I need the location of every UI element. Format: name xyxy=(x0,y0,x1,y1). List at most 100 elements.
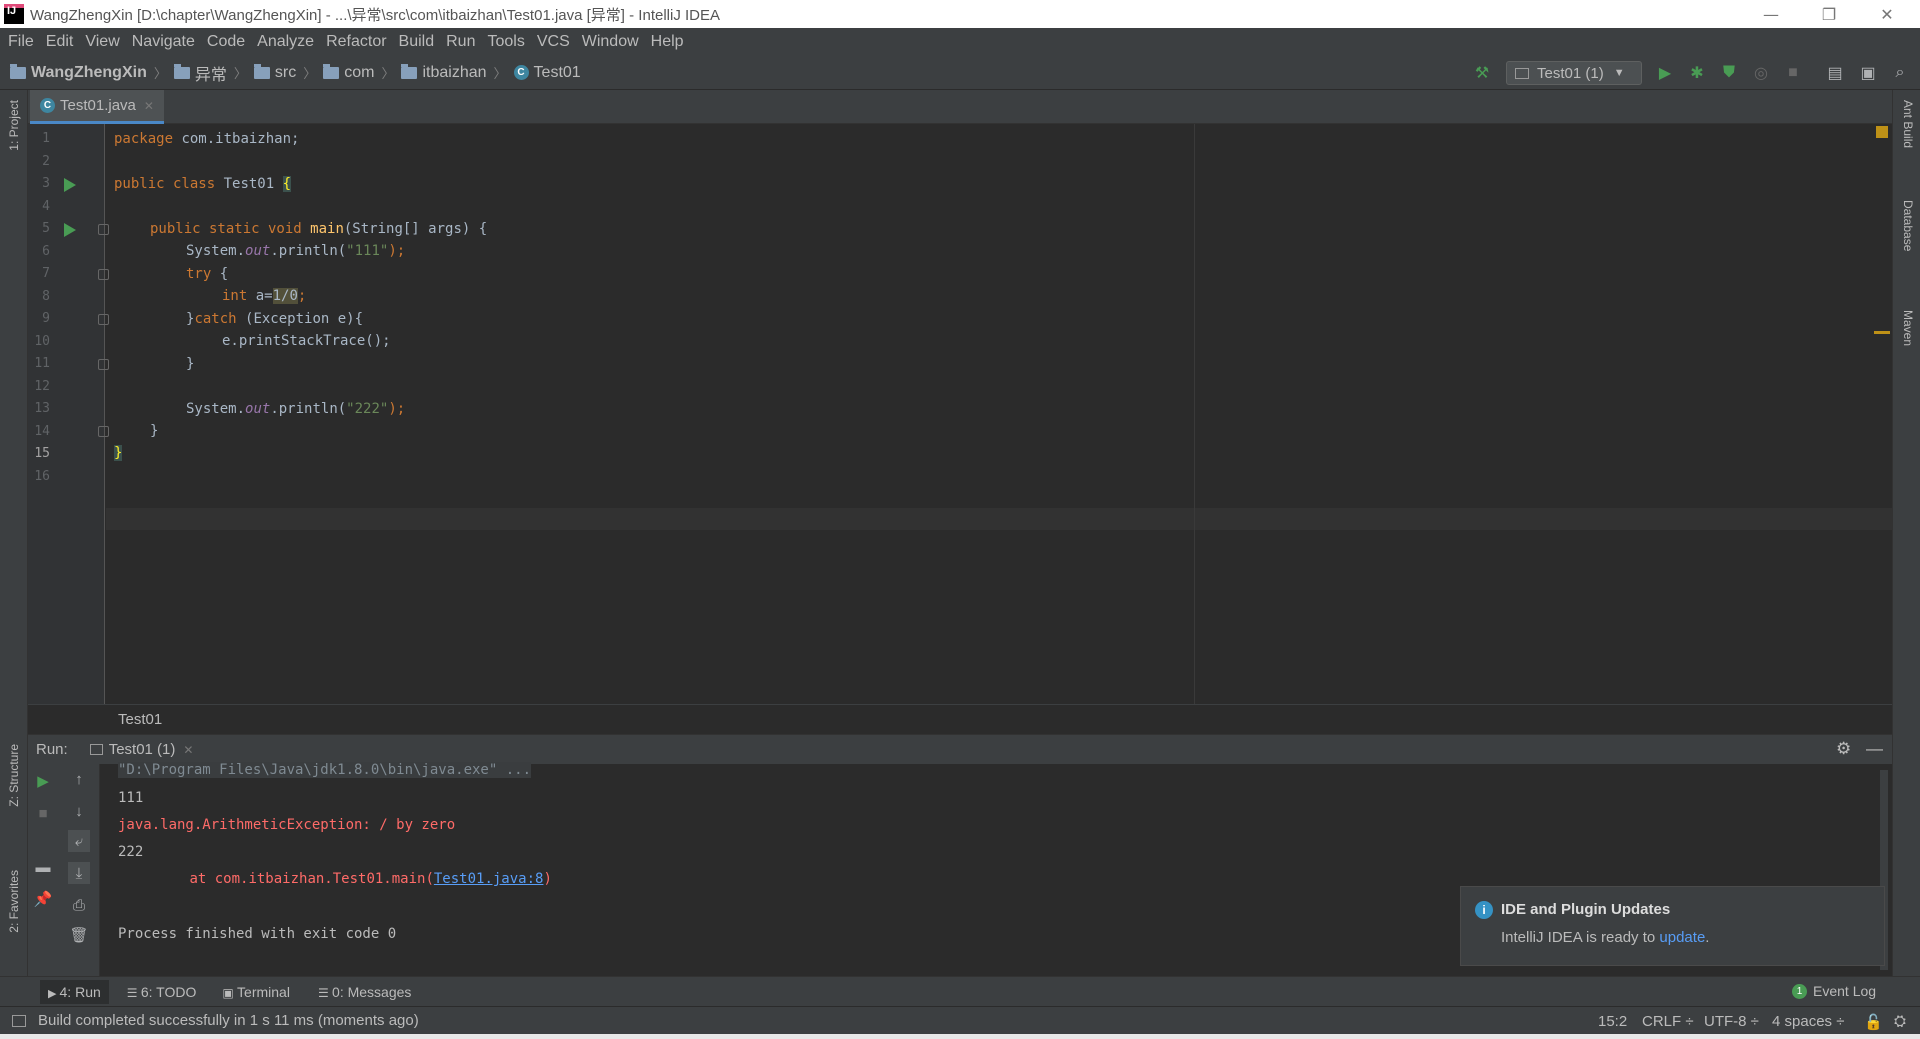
taskbar-edge xyxy=(0,1034,1920,1039)
run-label: Run: xyxy=(36,741,68,758)
gear-icon[interactable]: ⚙ xyxy=(1836,739,1851,759)
console-error: java.lang.ArithmeticException: / by zero xyxy=(118,817,456,833)
favorites-tool-button[interactable]: 2: Favorites xyxy=(7,870,21,933)
code-editor[interactable]: 1 2 3 4 5 6 7 8 9 10 11 12 13 14 15 16 p… xyxy=(28,124,1892,704)
close-tab-icon[interactable]: ✕ xyxy=(144,99,154,113)
tab-run[interactable]: ▶ 4: Run xyxy=(40,979,109,1004)
ant-build-tool-button[interactable]: Ant Build xyxy=(1901,100,1915,148)
restore-layout-icon[interactable]: ▬ xyxy=(32,856,54,878)
event-log-button[interactable]: 1 Event Log xyxy=(1792,983,1876,999)
update-notification[interactable]: i IDE and Plugin Updates IntelliJ IDEA i… xyxy=(1460,886,1885,966)
fold-icon[interactable] xyxy=(98,224,109,235)
menu-view[interactable]: View xyxy=(79,33,125,51)
breadcrumb-module[interactable]: 异常 xyxy=(195,61,227,85)
layout-icon[interactable]: ▣ xyxy=(1858,63,1878,83)
build-hammer-icon[interactable]: ⚒ xyxy=(1472,63,1492,83)
menu-analyze[interactable]: Analyze xyxy=(251,33,320,51)
stacktrace-link[interactable]: Test01.java:8 xyxy=(434,871,544,887)
stop-icon[interactable]: ■ xyxy=(1783,63,1803,83)
menu-run[interactable]: Run xyxy=(440,33,481,51)
run-icon: ▶ xyxy=(48,987,60,1000)
run-gutter-icon[interactable] xyxy=(64,223,76,237)
breadcrumb-class[interactable]: Test01 xyxy=(534,64,581,82)
hide-panel-icon[interactable]: — xyxy=(1866,739,1883,759)
status-toggle-icon[interactable] xyxy=(12,1014,26,1027)
footer-class-crumb[interactable]: Test01 xyxy=(118,711,162,728)
breadcrumb-com[interactable]: com xyxy=(344,64,374,82)
menu-edit[interactable]: Edit xyxy=(40,33,80,51)
project-structure-icon[interactable]: ▤ xyxy=(1825,63,1845,83)
breadcrumb-itbaizhan[interactable]: itbaizhan xyxy=(422,64,486,82)
indent-setting[interactable]: 4 spaces ÷ xyxy=(1772,1013,1844,1030)
structure-tool-button[interactable]: Z: Structure xyxy=(7,744,21,807)
intellij-logo-icon xyxy=(4,4,24,24)
run-configuration-select[interactable]: Test01 (1) ▼ xyxy=(1506,61,1642,85)
trash-icon[interactable]: 🗑 xyxy=(68,924,90,946)
breadcrumb-project[interactable]: WangZhengXin xyxy=(31,64,147,82)
tab-terminal[interactable]: ▣ Terminal xyxy=(222,984,290,1000)
run-icon[interactable]: ▶ xyxy=(1655,63,1675,83)
file-encoding[interactable]: UTF-8 ÷ xyxy=(1704,1013,1759,1030)
project-tool-button[interactable]: 1: Project xyxy=(7,100,21,151)
run-toolbar: ▶ ■ ▬ 📌 ↑ ↓ ⤶ ⤓ ⎙ 🗑 xyxy=(28,764,100,976)
update-link[interactable]: update xyxy=(1659,929,1705,946)
search-icon[interactable]: ⌕ xyxy=(1890,63,1910,83)
profile-icon[interactable]: ◎ xyxy=(1751,63,1771,83)
code-line: e.printStackTrace(); xyxy=(222,333,391,349)
status-message[interactable]: Build completed successfully in 1 s 11 m… xyxy=(38,1012,419,1029)
line-separator[interactable]: CRLF ÷ xyxy=(1642,1013,1694,1030)
close-window-button[interactable]: ✕ xyxy=(1864,0,1910,28)
inspector-icon[interactable]: ⛭ xyxy=(1894,1013,1906,1030)
tab-todo[interactable]: ☰ 6: TODO xyxy=(127,984,197,1000)
menu-navigate[interactable]: Navigate xyxy=(126,33,201,51)
menu-code[interactable]: Code xyxy=(201,33,251,51)
line-number: 10 xyxy=(34,334,50,349)
console-command: "D:\Program Files\Java\jdk1.8.0\bin\java… xyxy=(118,762,532,778)
warning-marker-icon[interactable] xyxy=(1876,126,1888,138)
debug-bug-icon[interactable]: ✱ xyxy=(1687,63,1707,83)
line-number: 15 xyxy=(34,446,50,461)
tab-test01-java[interactable]: C Test01.java ✕ xyxy=(30,90,164,124)
maven-tool-button[interactable]: Maven xyxy=(1901,310,1915,346)
caret-position[interactable]: 15:2 xyxy=(1598,1013,1627,1030)
stop-icon[interactable]: ■ xyxy=(32,802,54,824)
line-number: 7 xyxy=(42,266,50,281)
menu-file[interactable]: File xyxy=(2,33,40,51)
fold-icon[interactable] xyxy=(98,269,109,280)
breadcrumb-src[interactable]: src xyxy=(275,64,296,82)
print-icon[interactable]: ⎙ xyxy=(68,894,90,916)
run-tab[interactable]: Test01 (1) ✕ xyxy=(89,741,193,758)
class-icon: C xyxy=(40,98,55,113)
tab-label: Test01.java xyxy=(60,97,136,114)
menu-help[interactable]: Help xyxy=(645,33,690,51)
rerun-icon[interactable]: ▶ xyxy=(32,770,54,792)
line-number: 3 xyxy=(42,176,50,191)
arrow-down-icon[interactable]: ↓ xyxy=(68,800,90,822)
fold-icon[interactable] xyxy=(98,426,109,437)
coverage-icon[interactable]: ⛊ xyxy=(1719,63,1739,83)
restore-button[interactable]: ❐ xyxy=(1806,0,1852,28)
menu-tools[interactable]: Tools xyxy=(481,33,530,51)
close-tab-icon[interactable]: ✕ xyxy=(183,743,193,757)
database-tool-button[interactable]: Database xyxy=(1901,200,1915,251)
menu-vcs[interactable]: VCS xyxy=(531,33,576,51)
run-tab-label: Test01 (1) xyxy=(108,741,176,758)
menu-build[interactable]: Build xyxy=(393,33,441,51)
error-stripe-mark[interactable] xyxy=(1874,331,1890,334)
menu-window[interactable]: Window xyxy=(576,33,645,51)
menu-refactor[interactable]: Refactor xyxy=(320,33,392,51)
package-folder-icon xyxy=(401,63,418,79)
fold-icon[interactable] xyxy=(98,359,109,370)
minimize-button[interactable]: — xyxy=(1748,0,1794,28)
code-line: public static void main(String[] args) { xyxy=(150,221,488,237)
fold-icon[interactable] xyxy=(98,314,109,325)
soft-wrap-icon[interactable]: ⤶ xyxy=(68,830,90,852)
code-line: try { xyxy=(186,266,229,282)
pin-icon[interactable]: 📌 xyxy=(32,888,54,910)
src-folder-icon xyxy=(253,63,270,79)
arrow-up-icon[interactable]: ↑ xyxy=(68,768,90,790)
scroll-to-end-icon[interactable]: ⤓ xyxy=(68,862,90,884)
lock-icon[interactable]: 🔓 xyxy=(1864,1013,1883,1031)
tab-messages[interactable]: ☰ 0: Messages xyxy=(318,984,411,1000)
run-gutter-icon[interactable] xyxy=(64,178,76,192)
